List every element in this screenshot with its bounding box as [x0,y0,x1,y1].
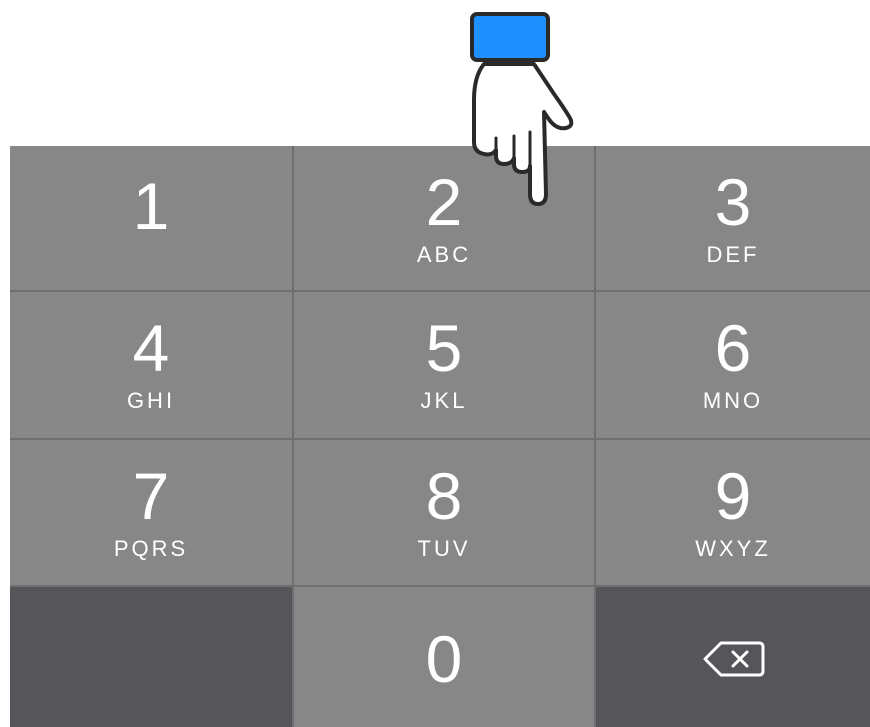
key-digit: 8 [425,459,463,533]
key-1[interactable]: 1 [10,146,294,292]
key-letters: GHI [126,388,176,413]
key-letters: DEF [706,242,760,267]
key-9[interactable]: 9 WXYZ [596,440,870,587]
numeric-keypad: 1 2 ABC 3 DEF 4 GHI 5 JKL 6 MNO 7 PQRS 8… [10,146,870,727]
key-letters: TUV [417,536,471,561]
blank-key [10,587,294,727]
key-0[interactable]: 0 [294,587,596,727]
delete-key[interactable] [596,587,870,727]
key-4[interactable]: 4 GHI [10,292,294,440]
key-digit: 7 [132,459,170,533]
key-digit: 5 [425,311,463,385]
key-7[interactable]: 7 PQRS [10,440,294,587]
key-digit: 6 [714,311,752,385]
phone-keypad-screen: 1 2 ABC 3 DEF 4 GHI 5 JKL 6 MNO 7 PQRS 8… [0,0,870,727]
pointing-hand-icon [470,12,574,206]
key-3[interactable]: 3 DEF [596,146,870,292]
key-letters: MNO [702,388,764,413]
key-5[interactable]: 5 JKL [294,292,596,440]
key-digit: 3 [714,165,752,239]
key-letters: PQRS [113,536,189,561]
key-letters: WXYZ [695,536,771,561]
key-letters: ABC [416,242,472,267]
key-6[interactable]: 6 MNO [596,292,870,440]
key-digit: 1 [132,169,170,243]
key-letters: JKL [420,388,468,413]
key-digit: 4 [132,311,170,385]
backspace-icon [703,641,765,677]
key-digit: 0 [425,622,463,696]
key-digit: 9 [714,459,752,533]
key-8[interactable]: 8 TUV [294,440,596,587]
